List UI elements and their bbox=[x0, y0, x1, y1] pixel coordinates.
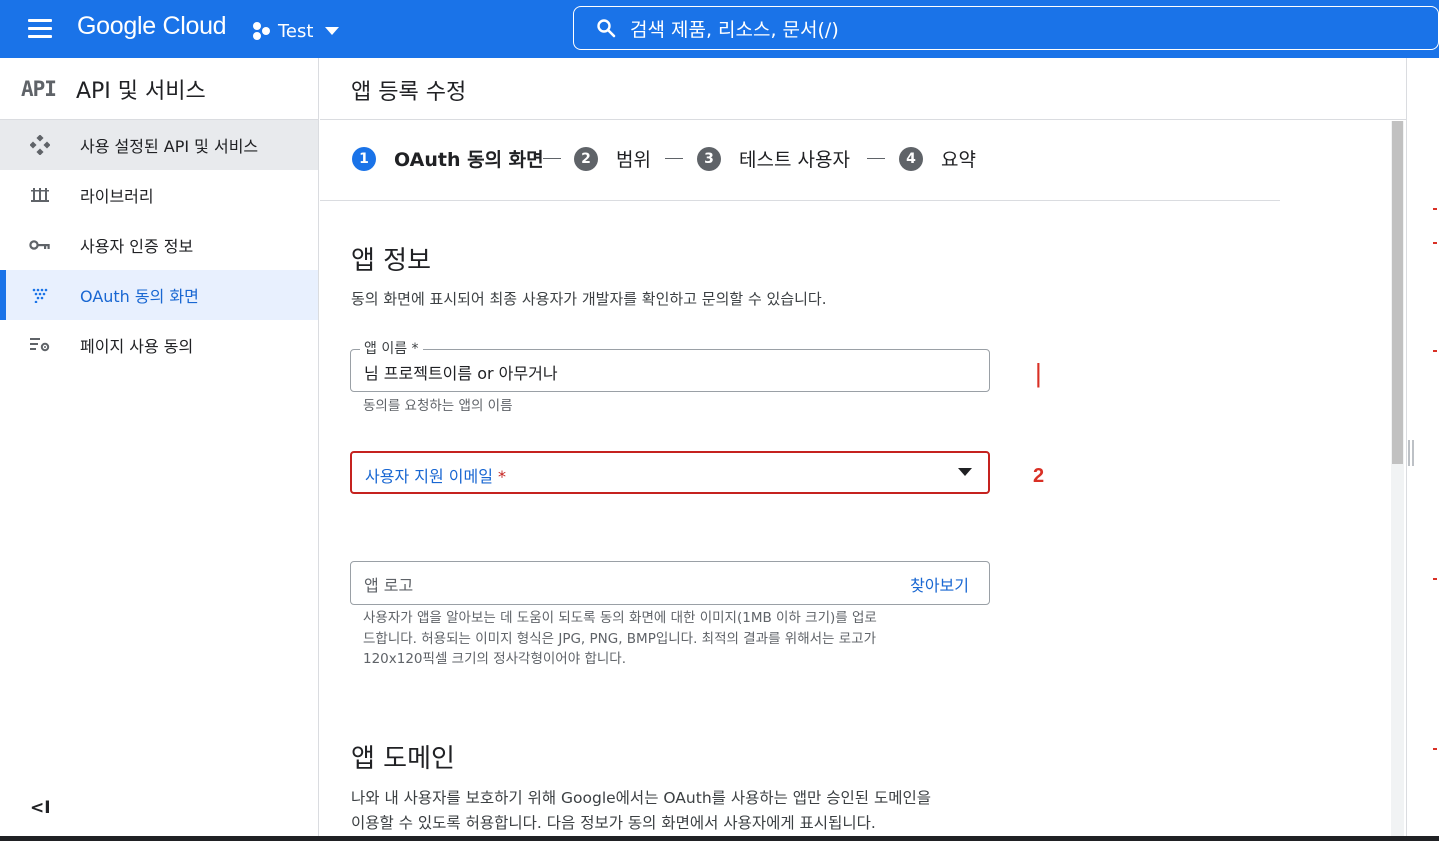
api-logo: API bbox=[21, 76, 57, 101]
bottom-edge bbox=[0, 836, 1439, 841]
required-asterisk: * bbox=[498, 467, 507, 486]
sidebar-item-label: 사용 설정된 API 및 서비스 bbox=[80, 137, 259, 156]
project-selector[interactable]: Test bbox=[250, 17, 340, 45]
step-label: OAuth 동의 화면 bbox=[394, 149, 544, 171]
app-name-label: 앱 이름 * bbox=[360, 338, 423, 358]
sidebar-item-label: 페이지 사용 동의 bbox=[80, 337, 194, 356]
step-separator bbox=[867, 158, 885, 159]
api-diamond-icon bbox=[0, 135, 80, 155]
app-logo-label: 앱 로고 bbox=[364, 576, 414, 595]
app-name-hint: 동의를 요청하는 앱의 이름 bbox=[363, 398, 513, 414]
page-header: 앱 등록 수정 bbox=[320, 58, 1406, 120]
collapse-sidebar-button[interactable]: <I bbox=[30, 798, 51, 818]
step-label: 범위 bbox=[616, 149, 651, 171]
app-info-description: 동의 화면에 표시되어 최종 사용자가 개발자를 확인하고 문의할 수 있습니다… bbox=[351, 290, 827, 308]
step-number: 3 bbox=[697, 146, 721, 171]
scrollbar[interactable] bbox=[1391, 121, 1404, 841]
key-icon bbox=[0, 239, 80, 251]
oauth-dots-icon bbox=[0, 287, 80, 303]
app-domain-description: 나와 내 사용자를 보호하기 위해 Google에서는 OAuth를 사용하는 … bbox=[351, 789, 931, 832]
project-name: Test bbox=[278, 20, 314, 42]
google-cloud-logo[interactable]: Google Cloud bbox=[77, 12, 227, 41]
browse-button[interactable]: 찾아보기 bbox=[910, 572, 969, 596]
app-info-heading: 앱 정보 bbox=[351, 246, 432, 276]
annotation-mark-1: | bbox=[1035, 358, 1042, 388]
panel-resize-handle[interactable] bbox=[1408, 440, 1414, 466]
step-summary[interactable]: 4 요약 bbox=[899, 145, 976, 172]
top-app-bar: Google Cloud Test 검색 제품, 리소스, 문서(/) bbox=[0, 0, 1439, 58]
app-name-input[interactable]: 님 프로젝트이름 or 아무거나 bbox=[364, 360, 558, 384]
sidebar: API API 및 서비스 사용 설정된 API 및 서비스 라이브러리 사용자… bbox=[0, 58, 319, 841]
library-icon bbox=[0, 186, 80, 204]
step-separator bbox=[543, 158, 561, 159]
sidebar-item-enabled-apis[interactable]: 사용 설정된 API 및 서비스 bbox=[0, 120, 318, 170]
sidebar-item-label: OAuth 동의 화면 bbox=[80, 287, 199, 306]
search-placeholder: 검색 제품, 리소스, 문서(/) bbox=[630, 18, 839, 41]
app-domain-heading: 앱 도메인 bbox=[351, 744, 455, 774]
support-email-label: 사용자 지원 이메일 * bbox=[365, 467, 507, 486]
step-test-users[interactable]: 3 테스트 사용자 bbox=[697, 145, 850, 172]
step-number: 1 bbox=[352, 146, 376, 171]
app-logo-field[interactable]: 앱 로고 찾아보기 bbox=[350, 561, 990, 605]
settings-list-icon bbox=[0, 337, 80, 353]
sidebar-item-library[interactable]: 라이브러리 bbox=[0, 170, 318, 220]
page-title: 앱 등록 수정 bbox=[351, 80, 467, 105]
step-label: 테스트 사용자 bbox=[739, 149, 850, 171]
menu-icon[interactable] bbox=[22, 17, 58, 41]
sidebar-item-credentials[interactable]: 사용자 인증 정보 bbox=[0, 220, 318, 270]
app-logo-hint: 사용자가 앱을 알아보는 데 도움이 되도록 동의 화면에 대한 이미지(1MB… bbox=[363, 610, 877, 667]
project-dots-icon bbox=[250, 21, 272, 41]
sidebar-item-oauth-consent[interactable]: OAuth 동의 화면 bbox=[0, 270, 318, 320]
caret-down-icon bbox=[325, 27, 340, 35]
app-name-field[interactable]: 앱 이름 * 님 프로젝트이름 or 아무거나 bbox=[350, 338, 990, 392]
support-email-select[interactable]: 사용자 지원 이메일 * bbox=[350, 451, 990, 494]
step-number: 2 bbox=[574, 146, 598, 171]
stepper: 1 OAuth 동의 화면 2 범위 3 테스트 사용자 4 요약 bbox=[320, 121, 1280, 201]
annotation-mark-2: 2 bbox=[1033, 465, 1045, 487]
search-bar[interactable]: 검색 제품, 리소스, 문서(/) bbox=[573, 6, 1439, 50]
dropdown-caret-icon bbox=[958, 468, 972, 476]
sidebar-header: API API 및 서비스 bbox=[0, 58, 318, 120]
step-label: 요약 bbox=[941, 149, 976, 171]
search-icon bbox=[597, 19, 616, 38]
scrollbar-thumb[interactable] bbox=[1392, 121, 1403, 464]
sidebar-item-label: 라이브러리 bbox=[80, 187, 154, 206]
sidebar-item-page-usage-agreements[interactable]: 페이지 사용 동의 bbox=[0, 320, 318, 370]
step-separator bbox=[665, 158, 683, 159]
step-oauth-consent[interactable]: 1 OAuth 동의 화면 bbox=[352, 145, 544, 172]
step-scopes[interactable]: 2 범위 bbox=[574, 145, 651, 172]
step-number: 4 bbox=[899, 146, 923, 171]
sidebar-item-label: 사용자 인증 정보 bbox=[80, 237, 194, 256]
sidebar-title: API 및 서비스 bbox=[75, 78, 206, 104]
